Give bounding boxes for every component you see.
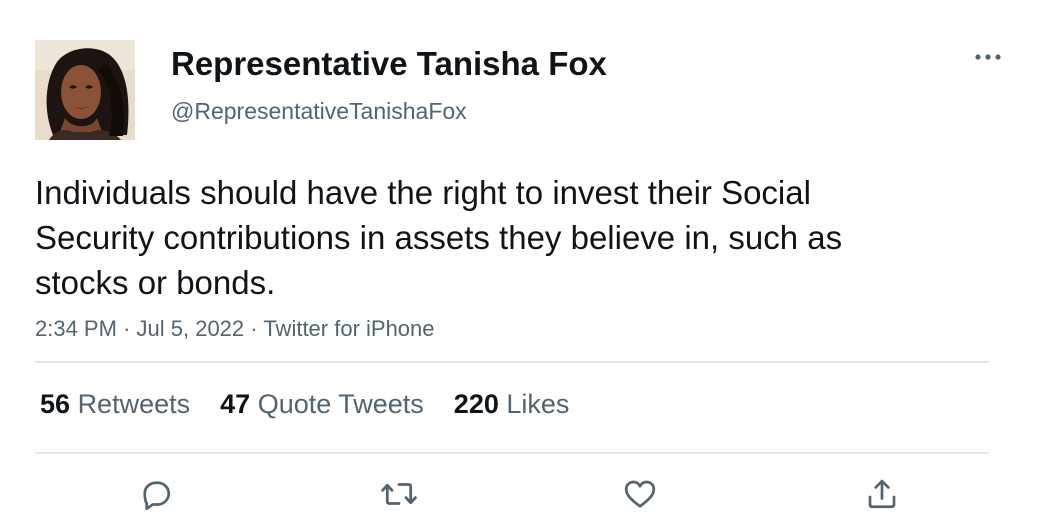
more-dots-icon [975, 54, 1001, 60]
like-button[interactable] [620, 474, 660, 514]
meta-separator: · [123, 316, 131, 341]
share-icon [868, 479, 896, 509]
display-name[interactable]: Representative Tanisha Fox [171, 44, 607, 84]
user-handle[interactable]: @RepresentativeTanishaFox [171, 96, 467, 126]
profile-photo-icon [35, 40, 135, 140]
quote-tweets-label: Quote Tweets [257, 389, 424, 419]
retweets-label: Retweets [77, 389, 191, 419]
share-button[interactable] [862, 474, 902, 514]
retweets-count: 56 [40, 389, 71, 419]
divider [35, 452, 989, 454]
quote-tweets-stat[interactable]: 47 Quote Tweets [220, 384, 424, 424]
tweet-time[interactable]: 2:34 PM [35, 316, 117, 341]
tweet-text: Individuals should have the right to inv… [35, 174, 843, 301]
likes-stat[interactable]: 220 Likes [454, 384, 570, 424]
tweet-stats: 56 Retweets 47 Quote Tweets 220 Likes [40, 384, 599, 424]
retweet-button[interactable] [379, 474, 419, 514]
retweets-stat[interactable]: 56 Retweets [40, 384, 190, 424]
reply-icon [143, 481, 171, 511]
likes-count: 220 [453, 389, 499, 419]
more-options-button[interactable] [968, 42, 1008, 72]
tweet-card: Representative Tanisha Fox @Representati… [0, 0, 1050, 525]
like-icon [624, 480, 656, 508]
retweet-icon [381, 483, 417, 505]
quote-tweets-count: 47 [220, 389, 251, 419]
avatar[interactable] [35, 40, 135, 140]
meta-separator: · [250, 316, 258, 341]
tweet-meta: 2:34 PM · Jul 5, 2022 · Twitter for iPho… [35, 314, 435, 344]
likes-label: Likes [506, 389, 570, 419]
tweet-date[interactable]: Jul 5, 2022 [137, 316, 245, 341]
tweet-source[interactable]: Twitter for iPhone [263, 316, 434, 341]
reply-button[interactable] [136, 474, 176, 514]
divider [35, 361, 989, 363]
